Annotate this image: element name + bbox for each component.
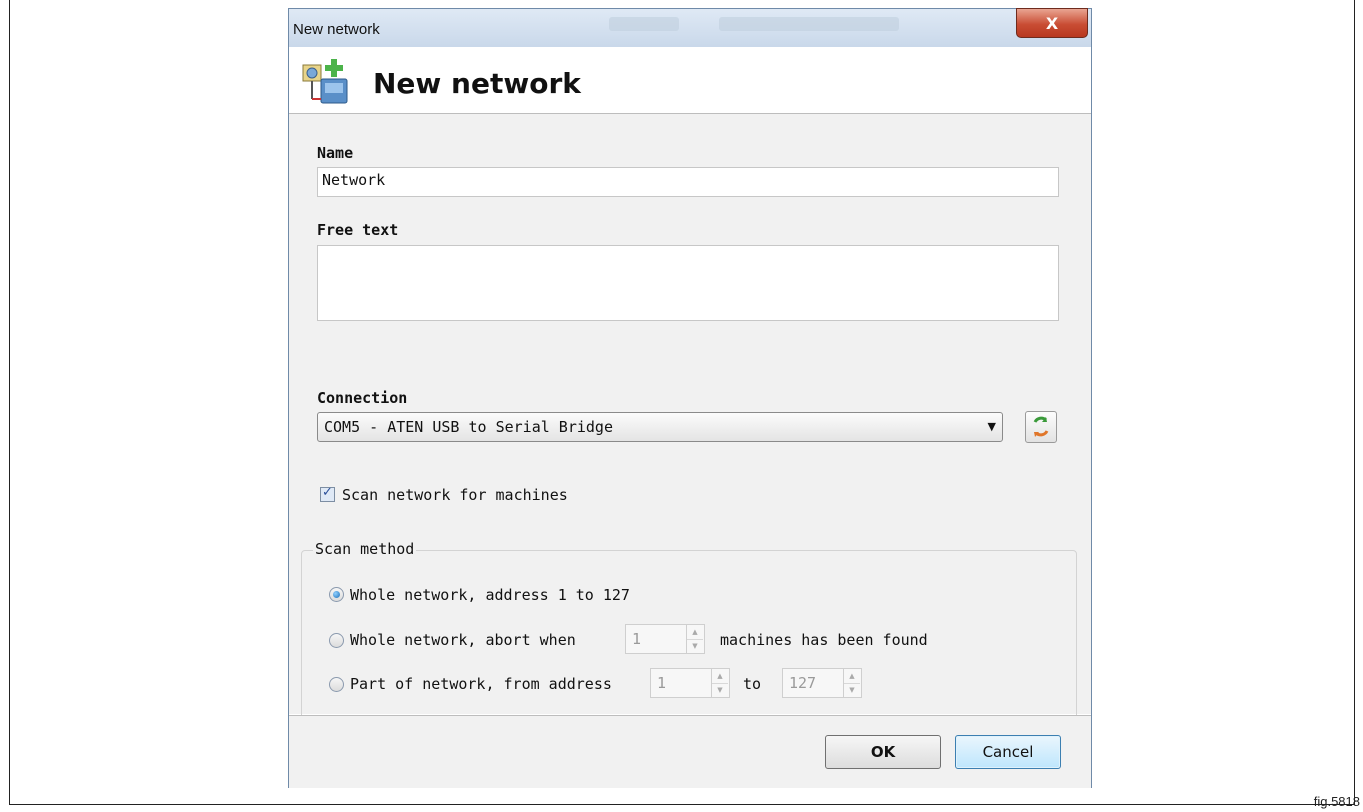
radio-whole-network[interactable] (329, 587, 344, 602)
radio-part-of-network[interactable] (329, 677, 344, 692)
to-address-value: 127 (789, 674, 817, 692)
background-ghost-text (719, 17, 899, 31)
connection-value: COM5 - ATEN USB to Serial Bridge (324, 418, 613, 436)
free-text-label: Free text (317, 221, 399, 239)
new-network-dialog: New network X New network Name Network F… (288, 8, 1092, 788)
stepper-buttons: ▲ ▼ (711, 669, 729, 697)
machine-count-value: 1 (632, 630, 642, 648)
stepper-up-icon[interactable]: ▲ (687, 625, 703, 640)
figure-label: fig.5818 (1313, 794, 1360, 809)
page-title: New network (373, 67, 581, 100)
radio-whole-network-label: Whole network, address 1 to 127 (350, 586, 630, 604)
cancel-button[interactable]: Cancel (955, 735, 1061, 769)
stepper-down-icon[interactable]: ▼ (687, 639, 703, 653)
stepper-up-icon[interactable]: ▲ (844, 669, 860, 684)
machine-count-stepper[interactable]: 1 ▲ ▼ (625, 624, 705, 654)
dialog-client: New network Name Network Free text Conne… (289, 47, 1091, 788)
stepper-buttons: ▲ ▼ (686, 625, 704, 653)
free-text-area[interactable] (317, 245, 1059, 321)
dialog-footer: OK Cancel (289, 715, 1091, 788)
machines-found-label: machines has been found (720, 631, 928, 649)
refresh-button[interactable] (1025, 411, 1057, 443)
new-network-icon (302, 59, 348, 104)
scan-network-label: Scan network for machines (342, 486, 568, 504)
checkmark-icon: ✓ (322, 485, 333, 500)
name-input[interactable]: Network (317, 167, 1059, 197)
connection-select[interactable]: COM5 - ATEN USB to Serial Bridge ▼ (317, 412, 1003, 442)
radio-abort-when[interactable] (329, 633, 344, 648)
connection-label: Connection (317, 389, 408, 407)
stepper-up-icon[interactable]: ▲ (712, 669, 728, 684)
close-button[interactable]: X (1016, 8, 1088, 38)
from-address-stepper[interactable]: 1 ▲ ▼ (650, 668, 730, 698)
scan-network-checkbox[interactable]: ✓ (320, 485, 335, 502)
window-title: New network (293, 21, 380, 38)
dialog-header: New network (289, 47, 1091, 114)
dialog-body: Name Network Free text Connection COM5 -… (289, 114, 1091, 732)
refresh-icon (1033, 416, 1049, 437)
chevron-down-icon: ▼ (987, 420, 996, 433)
from-address-value: 1 (657, 674, 667, 692)
scan-method-legend: Scan method (313, 540, 417, 558)
stepper-down-icon[interactable]: ▼ (844, 683, 860, 697)
background-ghost-text (609, 17, 679, 31)
title-bar[interactable]: New network X (289, 8, 1091, 47)
stepper-buttons: ▲ ▼ (843, 669, 861, 697)
to-address-stepper[interactable]: 127 ▲ ▼ (782, 668, 862, 698)
name-label: Name (317, 144, 354, 162)
radio-abort-when-label: Whole network, abort when (350, 631, 576, 649)
radio-part-of-network-label: Part of network, from address (350, 675, 612, 693)
to-label: to (743, 675, 762, 693)
ok-button[interactable]: OK (825, 735, 941, 769)
stepper-down-icon[interactable]: ▼ (712, 683, 728, 697)
close-icon: X (1045, 13, 1059, 33)
